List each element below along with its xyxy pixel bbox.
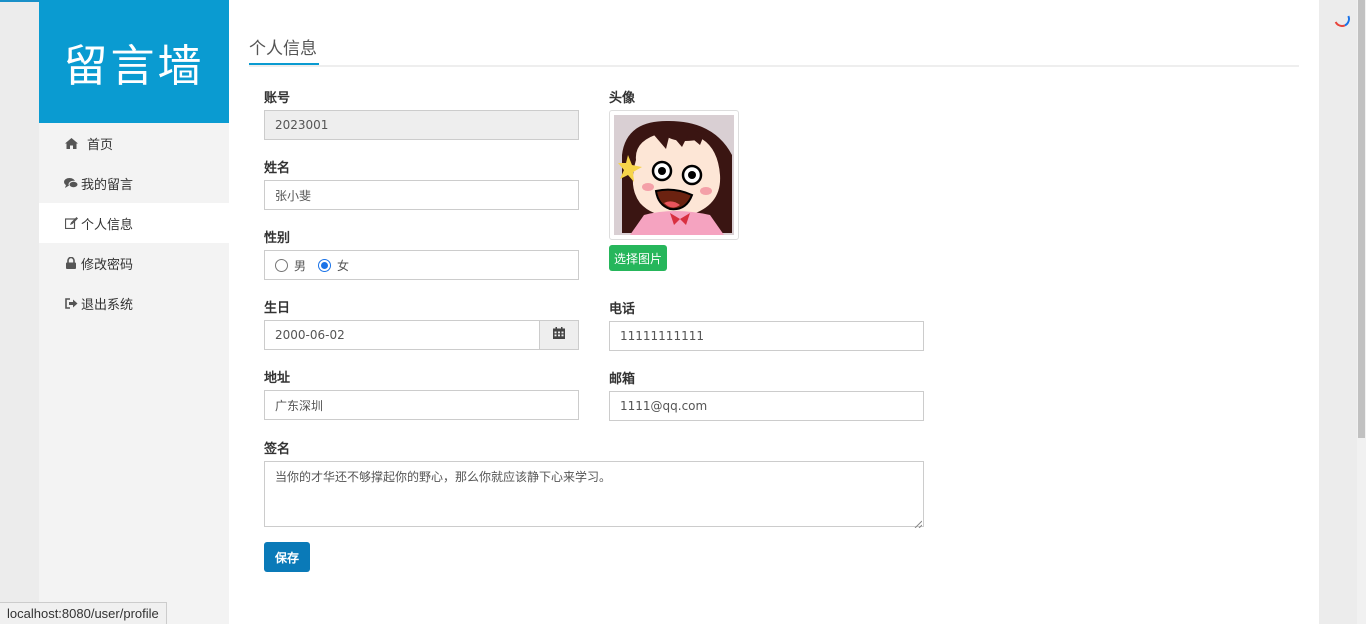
sidebar-item-logout[interactable]: 退出系统 [39, 283, 229, 323]
page-load-progress [0, 0, 39, 2]
calendar-button[interactable] [539, 320, 579, 350]
phone-field[interactable]: 11111111111 [609, 321, 924, 351]
sidebar-item-label: 个人信息 [81, 217, 134, 233]
sidebar-item-label: 首页 [87, 137, 114, 153]
save-button[interactable]: 保存 [264, 542, 310, 572]
avatar-image [609, 110, 739, 240]
gender-female-radio[interactable] [318, 258, 332, 272]
sidebar: 留言墙 首页 我的留言 个人信息 修改密码 退出系统 [39, 0, 229, 624]
signature-label: 签名 [264, 442, 291, 457]
edit-icon [63, 217, 79, 229]
gender-group: 男 女 [264, 250, 579, 280]
address-value: 广东深圳 [275, 398, 324, 413]
main-content: 个人信息 账号 2023001 姓名 张小斐 性别 男 女 生日 2000-06… [229, 0, 1319, 624]
scrollbar-thumb[interactable] [1358, 0, 1365, 438]
page-title: 个人信息 [249, 34, 319, 65]
signature-textarea[interactable]: 当你的才华还不够撑起你的野心，那么你就应该静下心来学习。 [264, 461, 924, 529]
sidebar-nav: 首页 我的留言 个人信息 修改密码 退出系统 [39, 123, 229, 323]
choose-image-button[interactable]: 选择图片 [609, 245, 667, 271]
sidebar-item-change-password[interactable]: 修改密码 [39, 243, 229, 283]
sidebar-item-label: 退出系统 [81, 297, 134, 313]
cartoon-girl-avatar-icon [614, 115, 734, 235]
sign-out-icon [63, 297, 79, 309]
lock-icon [63, 257, 79, 269]
sidebar-item-home[interactable]: 首页 [39, 123, 229, 163]
calendar-icon [553, 327, 565, 343]
home-icon [63, 137, 79, 149]
page-header: 个人信息 [249, 34, 1299, 67]
status-bar-url: localhost:8080/user/profile [0, 602, 167, 624]
gender-female-label: 女 [337, 258, 350, 273]
sidebar-item-my-messages[interactable]: 我的留言 [39, 163, 229, 203]
email-field[interactable]: 1111@qq.com [609, 391, 924, 421]
account-label: 账号 [264, 91, 291, 106]
gender-male-radio[interactable] [275, 258, 288, 272]
scrollbar[interactable] [1357, 0, 1366, 624]
email-value: 1111@qq.com [620, 399, 708, 413]
name-field[interactable]: 张小斐 [264, 180, 579, 210]
gender-male-label: 男 [294, 258, 307, 273]
sidebar-item-label: 我的留言 [81, 177, 134, 193]
birthday-field[interactable]: 2000-06-02 [264, 320, 540, 350]
address-label: 地址 [264, 371, 291, 386]
gender-label: 性别 [264, 231, 291, 246]
name-label: 姓名 [264, 161, 291, 176]
comments-icon [63, 177, 79, 189]
email-label: 邮箱 [609, 372, 636, 387]
signature-value: 当你的才华还不够撑起你的野心，那么你就应该静下心来学习。 [275, 470, 612, 484]
phone-label: 电话 [609, 302, 636, 317]
sidebar-item-label: 修改密码 [81, 257, 134, 273]
name-value: 张小斐 [275, 188, 312, 203]
account-field: 2023001 [264, 110, 579, 140]
left-gutter [0, 0, 39, 624]
resize-grip-icon[interactable] [914, 517, 923, 529]
avatar-label: 头像 [609, 91, 636, 106]
birthday-label: 生日 [264, 301, 291, 316]
account-value: 2023001 [275, 118, 329, 132]
address-field[interactable]: 广东深圳 [264, 390, 579, 420]
app-logo: 留言墙 [39, 0, 229, 123]
sidebar-item-profile[interactable]: 个人信息 [39, 203, 229, 243]
phone-value: 11111111111 [620, 329, 704, 343]
birthday-value: 2000-06-02 [275, 328, 345, 342]
